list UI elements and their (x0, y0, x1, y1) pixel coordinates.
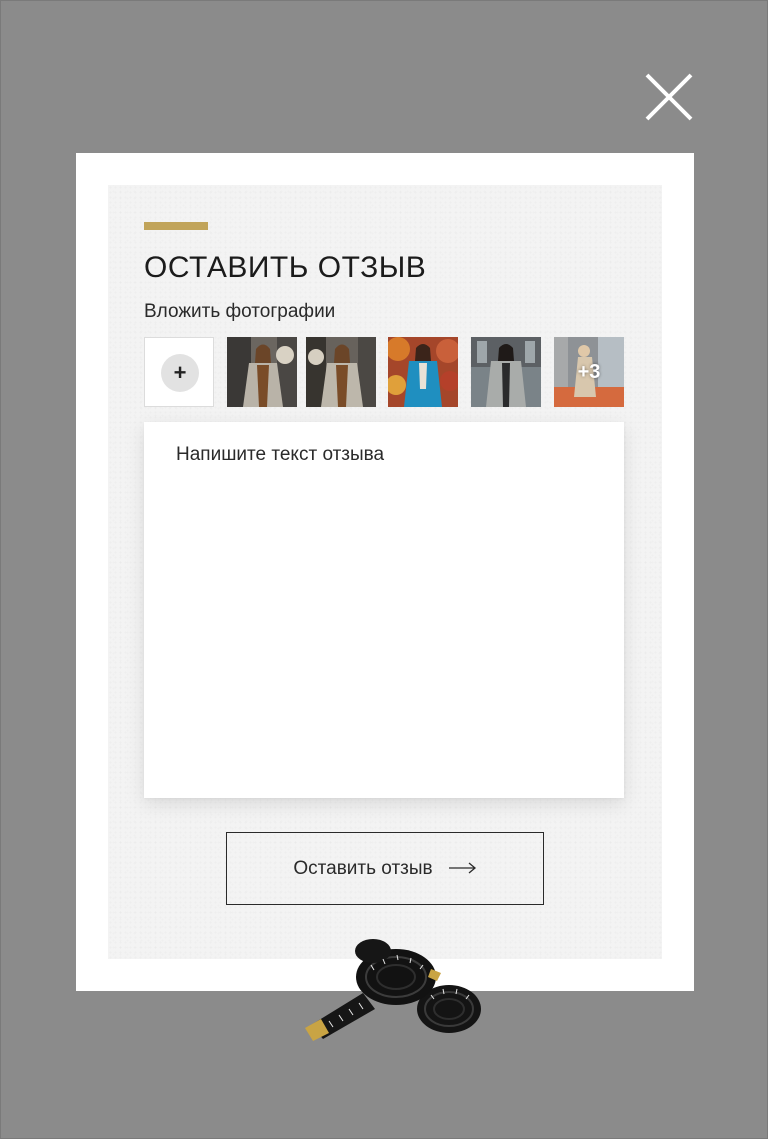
attach-photos-label: Вложить фотографии (144, 301, 336, 322)
submit-review-label: Оставить отзыв (293, 857, 433, 879)
review-modal: ОСТАВИТЬ ОТЗЫВ Вложить фотографии + +3 Н… (76, 153, 694, 991)
title-accent-bar (144, 222, 208, 230)
photo-thumbnail-more[interactable]: +3 (554, 337, 624, 407)
add-photo-button[interactable]: + (144, 337, 214, 407)
photo-thumbnail[interactable] (388, 337, 458, 407)
review-text-container (144, 422, 624, 798)
close-icon (645, 73, 693, 121)
extra-photos-count: +3 (577, 361, 601, 383)
plus-icon: + (161, 354, 199, 392)
measuring-tape-icon (301, 931, 487, 1043)
modal-overlay[interactable]: ОСТАВИТЬ ОТЗЫВ Вложить фотографии + +3 Н… (0, 0, 768, 1139)
arrow-right-icon (448, 858, 477, 880)
photo-thumbnail[interactable] (471, 337, 541, 407)
modal-title: ОСТАВИТЬ ОТЗЫВ (144, 251, 427, 284)
photo-thumbnail[interactable] (306, 337, 376, 407)
review-textarea[interactable] (144, 422, 624, 798)
photo-thumbnail[interactable] (227, 337, 297, 407)
submit-review-button[interactable]: Оставить отзыв (226, 832, 544, 905)
close-button[interactable] (641, 69, 697, 125)
review-form-panel: ОСТАВИТЬ ОТЗЫВ Вложить фотографии + +3 Н… (108, 185, 662, 959)
